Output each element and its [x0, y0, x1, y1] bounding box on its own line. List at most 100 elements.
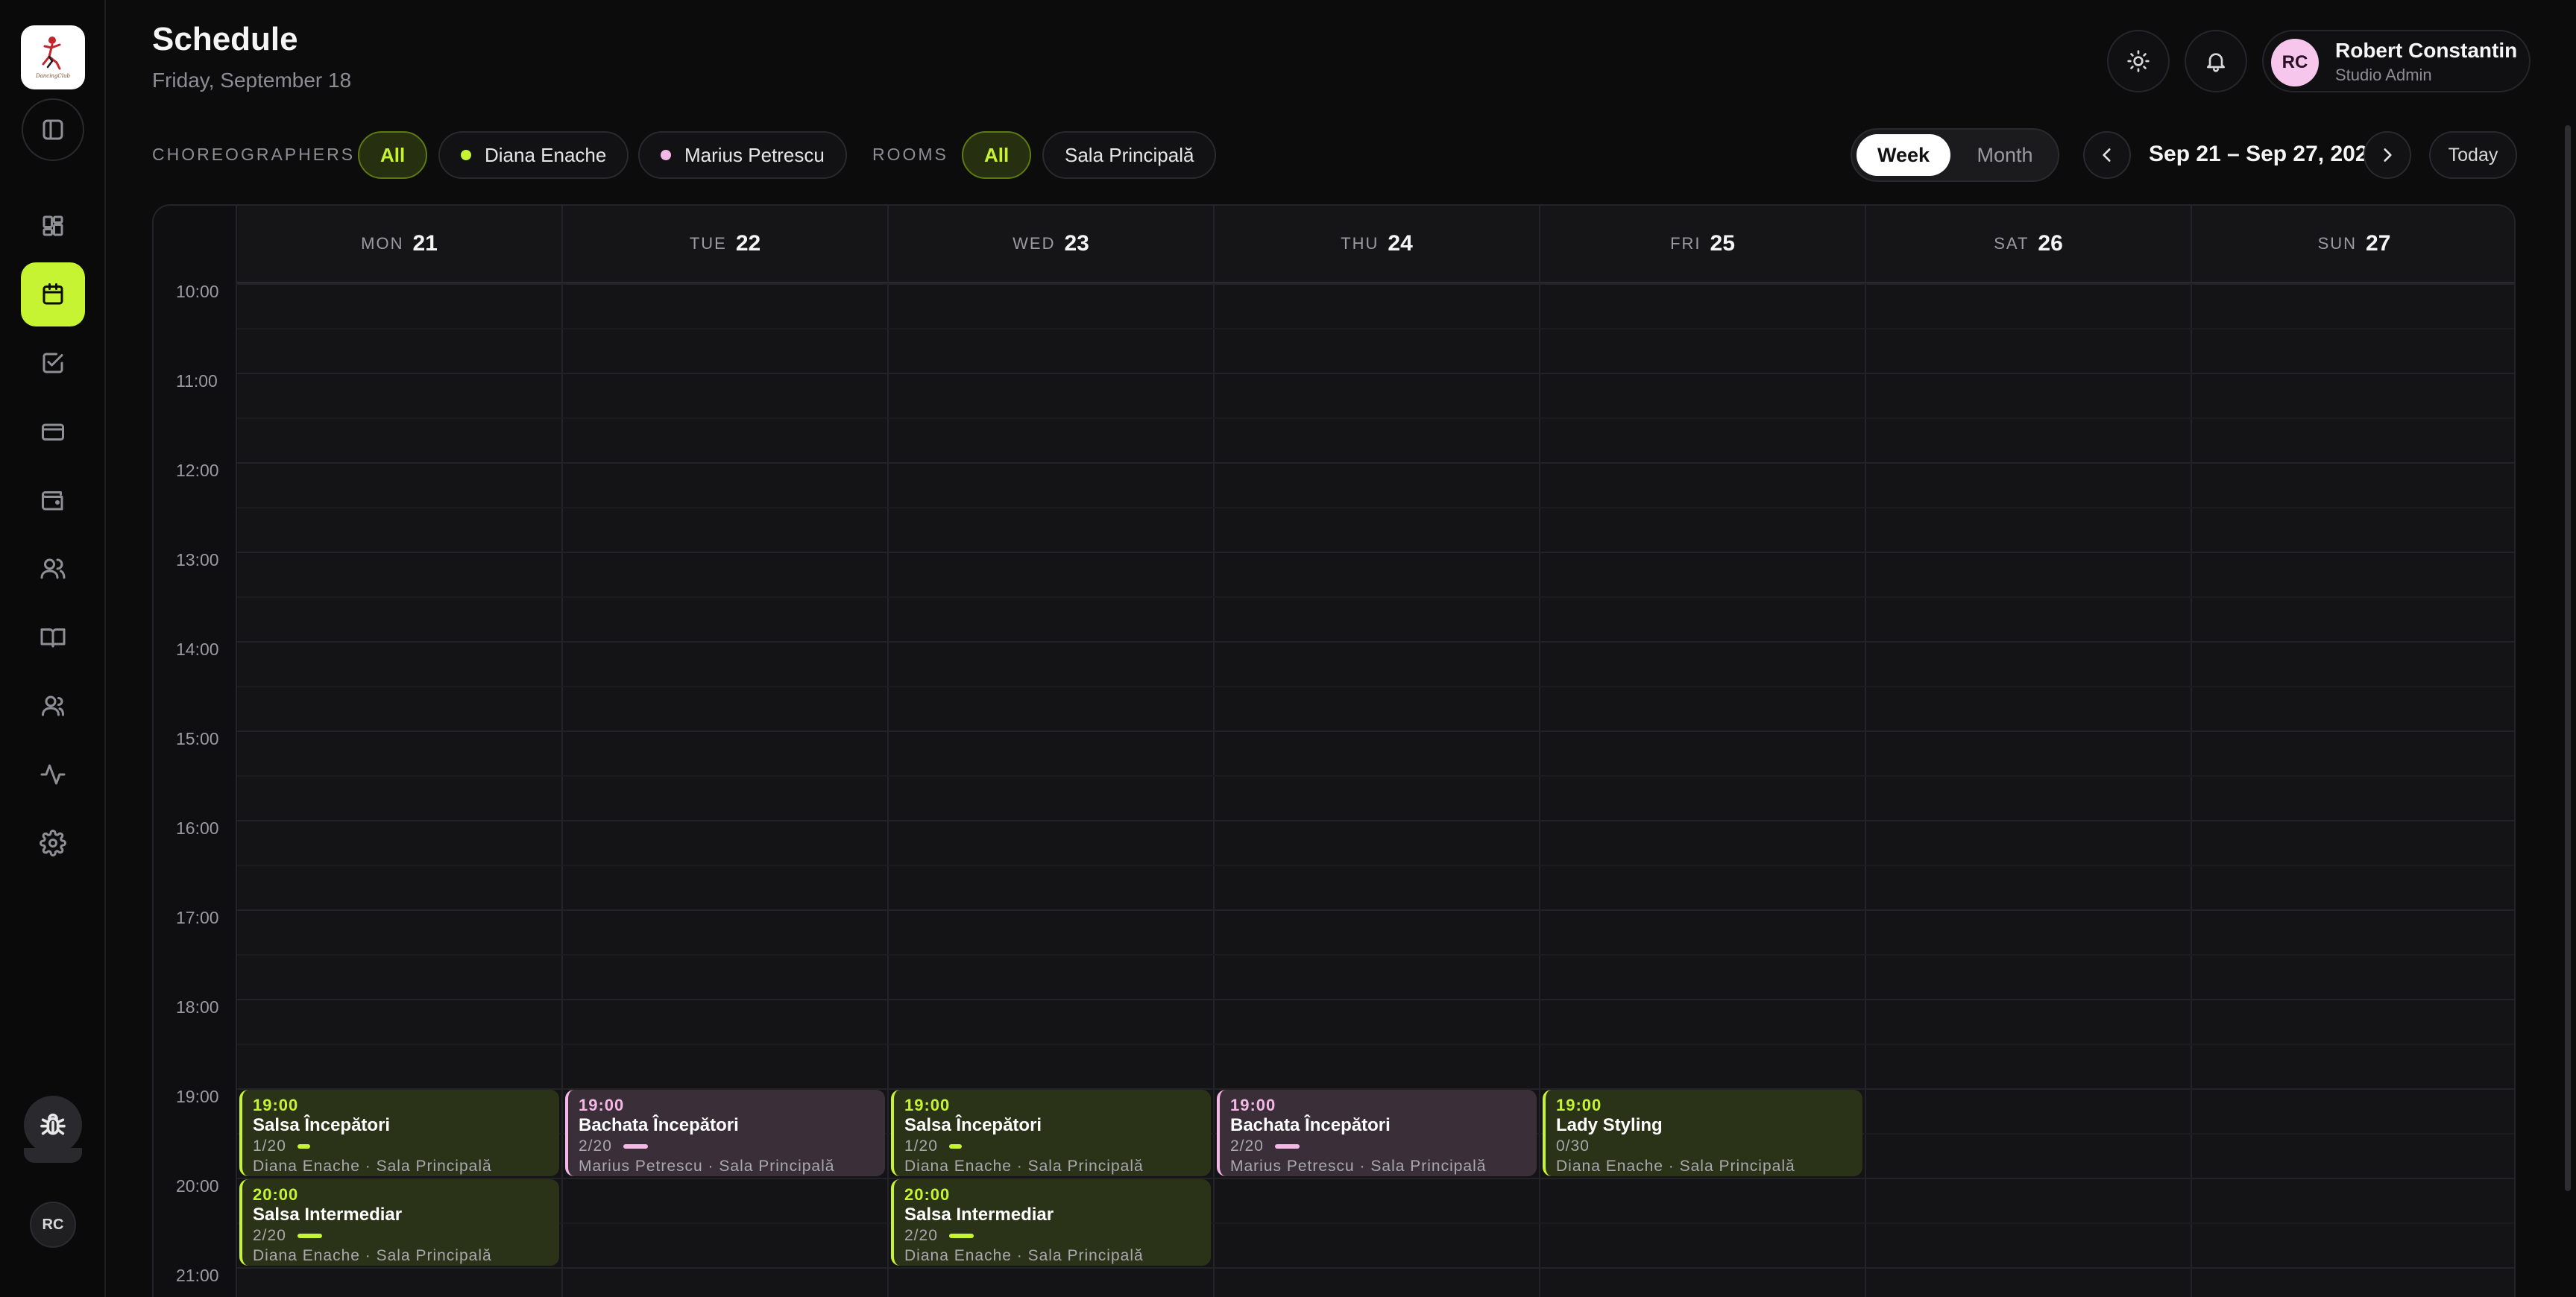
vertical-scrollbar[interactable]: [2565, 125, 2571, 1191]
studio-logo[interactable]: DancingClub: [21, 25, 85, 89]
activity-icon: [40, 764, 66, 785]
sidebar-avatar[interactable]: RC: [30, 1202, 76, 1248]
time-label: 16:00: [176, 818, 219, 838]
dot-icon: [461, 150, 471, 160]
choreographer-filter-marius[interactable]: Marius Petrescu: [638, 131, 847, 179]
event-capacity-row: 1/20: [253, 1136, 549, 1157]
time-label: 19:00: [176, 1087, 219, 1106]
dot-icon: [661, 150, 671, 160]
capacity-bar-fill: [297, 1144, 310, 1149]
class-event[interactable]: 19:00 Lady Styling 0/30 Diana Enache · Sala…: [1543, 1090, 1862, 1176]
event-capacity: 2/20: [1230, 1137, 1264, 1155]
sidebar-item-dashboard[interactable]: [21, 194, 85, 258]
sidebar-toggle-button[interactable]: [22, 98, 84, 161]
day-name: MON: [361, 234, 404, 253]
day-header[interactable]: SUN 27: [2192, 206, 2514, 283]
hour-line: [237, 1178, 2514, 1179]
choreographers-label: CHOREOGRAPHERS: [152, 145, 356, 164]
day-header[interactable]: THU 24: [1215, 206, 1540, 283]
sidebar-item-settings[interactable]: [21, 811, 85, 875]
today-button[interactable]: Today: [2429, 131, 2517, 179]
avatar: RC: [2271, 39, 2319, 86]
event-capacity-row: 2/20: [904, 1225, 1200, 1246]
chevron-left-icon: [2103, 148, 2111, 162]
half-hour-line: [237, 775, 2514, 777]
event-title: Salsa Intermediar: [253, 1205, 403, 1225]
class-event[interactable]: 19:00 Salsa Începători 1/20 Diana Enache · …: [239, 1090, 559, 1176]
day-header[interactable]: FRI 25: [1540, 206, 1866, 283]
event-capacity-row: 2/20: [253, 1225, 549, 1246]
half-hour-line: [237, 1044, 2514, 1045]
class-event[interactable]: 20:00 Salsa Intermediar 2/20 Diana Enache ·…: [239, 1179, 559, 1266]
time-label: 12:00: [176, 461, 219, 480]
hour-line: [237, 909, 2514, 911]
choreographer-filter-all[interactable]: All: [358, 131, 428, 179]
page-date: Friday, September 18: [152, 69, 352, 92]
day-name: WED: [1013, 234, 1056, 253]
day-column-divider: [887, 283, 889, 1297]
class-event[interactable]: 19:00 Bachata Începători 2/20 Marius Petres…: [565, 1090, 885, 1176]
day-name: SAT: [1994, 234, 2029, 253]
time-label: 18:00: [176, 997, 219, 1017]
view-month-button[interactable]: Month: [1955, 134, 2055, 176]
logo-wordmark: DancingClub: [35, 73, 71, 79]
event-capacity-row: 2/20: [1230, 1136, 1526, 1157]
hour-line: [237, 999, 2514, 1000]
half-hour-line: [237, 507, 2514, 508]
event-capacity: 1/20: [904, 1137, 938, 1155]
sidebar-item-courses[interactable]: [21, 605, 85, 669]
event-capacity-row: 2/20: [579, 1136, 875, 1157]
view-week-button[interactable]: Week: [1857, 134, 1950, 176]
class-event[interactable]: 20:00 Salsa Intermediar 2/20 Diana Enache ·…: [891, 1179, 1211, 1266]
hour-line: [237, 283, 2514, 285]
filter-label: Diana Enache: [485, 143, 607, 166]
choreographer-filter-diana[interactable]: Diana Enache: [438, 131, 629, 179]
half-hour-line: [237, 328, 2514, 329]
event-capacity-row: 0/30: [1556, 1136, 1852, 1157]
class-event[interactable]: 19:00 Salsa Începători 1/20 Diana Enache · …: [891, 1090, 1211, 1176]
rooms-label: ROOMS: [872, 145, 948, 164]
day-header[interactable]: TUE 22: [563, 206, 889, 283]
hour-line: [237, 462, 2514, 464]
hour-line: [237, 552, 2514, 553]
room-filter-sala-principala[interactable]: Sala Principală: [1042, 131, 1217, 179]
half-hour-line: [237, 596, 2514, 598]
sun-icon: [2127, 50, 2150, 72]
users-icon: [40, 558, 66, 579]
sidebar-item-payments[interactable]: [21, 400, 85, 464]
view-toggle: Week Month: [1851, 128, 2059, 182]
day-number: 22: [735, 231, 761, 256]
sidebar-item-attendance[interactable]: [21, 331, 85, 395]
day-header[interactable]: WED 23: [889, 206, 1215, 283]
room-filter-all[interactable]: All: [962, 131, 1032, 179]
event-capacity: 2/20: [253, 1227, 286, 1244]
day-column-divider: [1865, 283, 1866, 1297]
day-header[interactable]: MON 21: [237, 206, 563, 283]
capacity-bar: [949, 1144, 1196, 1149]
day-number: 21: [412, 231, 438, 256]
sidebar-item-students[interactable]: [21, 537, 85, 601]
event-instructor-room: Marius Petrescu · Sala Principală: [1230, 1158, 1487, 1175]
sidebar-item-activity[interactable]: [21, 742, 85, 807]
half-hour-line: [237, 865, 2514, 866]
next-week-button[interactable]: [2364, 131, 2411, 179]
sidebar-item-schedule[interactable]: [21, 262, 85, 326]
day-header[interactable]: SAT 26: [1866, 206, 2192, 283]
event-time: 19:00: [1556, 1096, 1602, 1114]
event-time: 20:00: [904, 1185, 951, 1204]
previous-week-button[interactable]: [2083, 131, 2131, 179]
bug-report-button[interactable]: [24, 1096, 82, 1154]
event-capacity: 0/30: [1556, 1137, 1590, 1155]
sidebar-item-wallet[interactable]: [21, 468, 85, 532]
event-capacity: 2/20: [579, 1137, 612, 1155]
theme-toggle-button[interactable]: [2107, 30, 2170, 92]
sidebar-item-team[interactable]: [21, 674, 85, 738]
event-capacity: 1/20: [253, 1137, 286, 1155]
week-calendar: MON 21 TUE 22 WED 23 THU 24 FRI 25 SAT 26 SUN 27 10:00…: [152, 204, 2516, 1297]
day-name: FRI: [1670, 234, 1701, 253]
settings-icon: [40, 830, 66, 856]
notifications-button[interactable]: [2185, 30, 2247, 92]
user-menu[interactable]: RC Robert Constantin Studio Admin: [2262, 30, 2531, 92]
class-event[interactable]: 19:00 Bachata Începători 2/20 Marius Petres…: [1217, 1090, 1537, 1176]
capacity-bar-fill: [949, 1144, 962, 1149]
